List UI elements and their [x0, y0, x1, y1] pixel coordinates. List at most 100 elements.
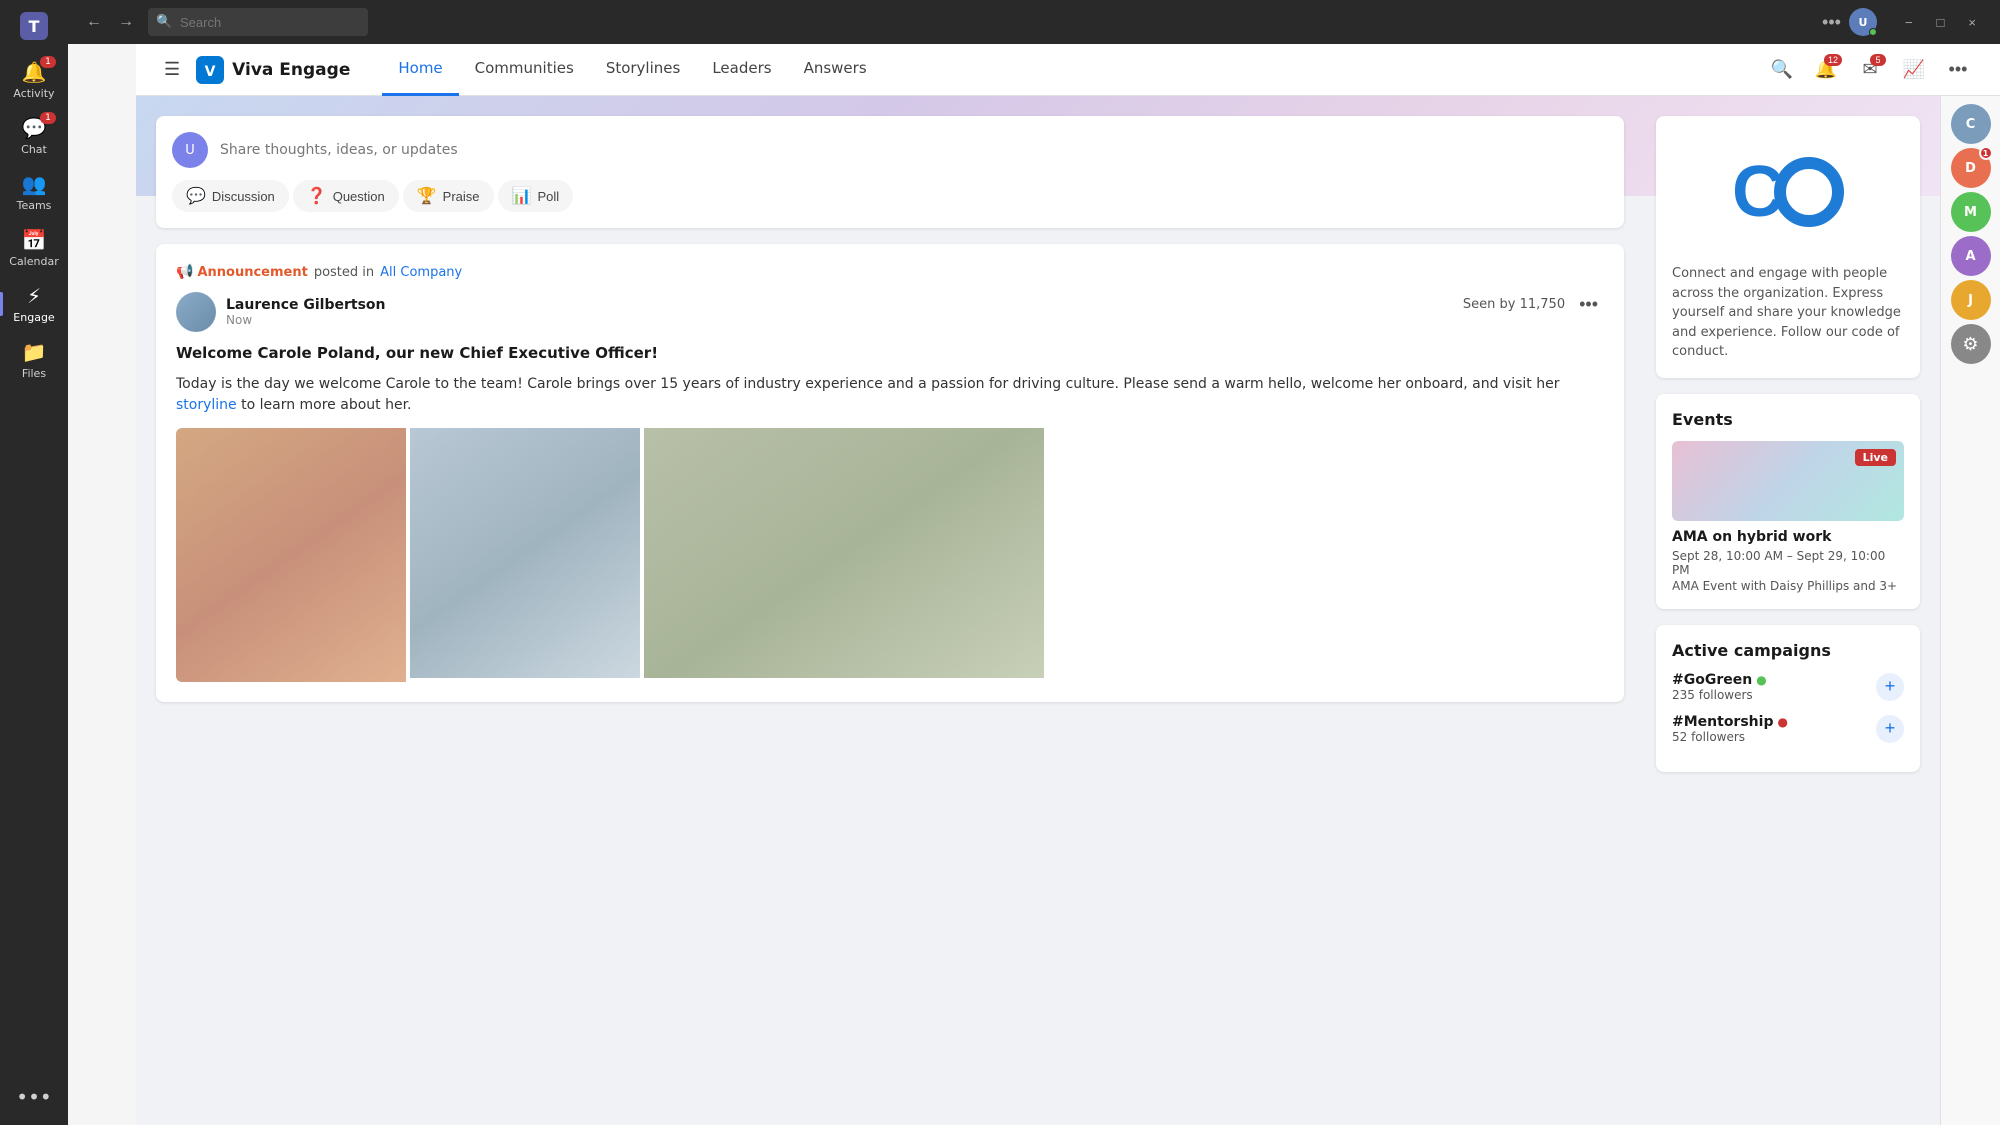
content-area: C D 1 M A J ⚙ U	[136, 96, 2000, 1125]
post-body-text-1: Today is the day we welcome Carole to th…	[176, 376, 1559, 392]
messages-button[interactable]: ✉ 5	[1852, 52, 1888, 88]
minimize-button[interactable]: −	[1893, 6, 1925, 38]
post-images	[176, 428, 1604, 682]
mentorship-followers: 52 followers	[1672, 730, 1788, 744]
event-time: Sept 28, 10:00 AM – Sept 29, 10:00 PM	[1672, 549, 1904, 577]
sidebar-item-teams[interactable]: 👥 Teams	[0, 164, 68, 220]
nav-item-answers[interactable]: Answers	[788, 44, 883, 96]
co-letters: C	[1732, 151, 1844, 233]
messages-badge: 5	[1870, 54, 1886, 66]
back-button[interactable]: ←	[80, 9, 108, 35]
mentorship-follow-button[interactable]: +	[1876, 715, 1904, 743]
author-name[interactable]: Laurence Gilbertson	[226, 297, 386, 313]
close-button[interactable]: ×	[1956, 6, 1988, 38]
nav-item-storylines[interactable]: Storylines	[590, 44, 697, 96]
post-more-button[interactable]: •••	[1573, 292, 1604, 317]
search-container: 🔍	[148, 8, 648, 36]
activity-badge: 1	[40, 56, 56, 68]
sidebar-more-button[interactable]: •••	[0, 1077, 68, 1117]
gogreen-follow-button[interactable]: +	[1876, 673, 1904, 701]
titlebar-more-button[interactable]: •••	[1822, 12, 1841, 33]
event-host: AMA Event with Daisy Phillips and 3+	[1672, 579, 1904, 593]
seen-by-count: Seen by 11,750	[1463, 297, 1565, 312]
praise-icon: 🏆	[417, 186, 437, 206]
teams-logo[interactable]: T	[16, 8, 52, 44]
post-time: Now	[226, 313, 386, 327]
community-link[interactable]: All Company	[380, 265, 462, 280]
search-button[interactable]: 🔍	[1764, 52, 1800, 88]
right-panel-avatar-4[interactable]: A	[1951, 236, 1991, 276]
sidebar-item-engage[interactable]: ⚡ Engage	[0, 276, 68, 332]
engage-header: ☰ V Viva Engage Home Communities Storyli…	[136, 44, 2000, 96]
post-body: Today is the day we welcome Carole to th…	[176, 374, 1604, 416]
post-image-1	[176, 428, 406, 682]
scrollable-content: U Share thoughts, ideas, or updates 💬 Di…	[136, 96, 1940, 1125]
co-o-shape	[1774, 157, 1844, 227]
nav-item-leaders[interactable]: Leaders	[696, 44, 787, 96]
post-image-3	[644, 428, 1044, 678]
gogreen-name-text: #GoGreen	[1672, 672, 1752, 688]
praise-label: Praise	[443, 189, 480, 204]
poll-icon: 📊	[512, 186, 532, 206]
teams-sidebar: T 1 🔔 Activity 1 💬 Chat 👥 Teams 📅 Calend…	[0, 0, 68, 1125]
discussion-icon: 💬	[186, 186, 206, 206]
co-logo: C	[1672, 132, 1904, 252]
campaign-gogreen-name[interactable]: #GoGreen ●	[1672, 672, 1767, 688]
praise-button[interactable]: 🏆 Praise	[403, 180, 494, 212]
author-avatar	[176, 292, 216, 332]
sidebar-item-chat[interactable]: 1 💬 Chat	[0, 108, 68, 164]
event-item: Live AMA on hybrid work Sept 28, 10:00 A…	[1672, 441, 1904, 593]
files-label: Files	[22, 367, 46, 380]
right-panel: C D 1 M A J ⚙	[1940, 96, 2000, 1125]
campaign-mentorship-name[interactable]: #Mentorship ●	[1672, 714, 1788, 730]
hamburger-button[interactable]: ☰	[160, 55, 184, 84]
calendar-label: Calendar	[9, 255, 58, 268]
sidebar-item-activity[interactable]: 1 🔔 Activity	[0, 52, 68, 108]
composer-actions: 💬 Discussion ❓ Question 🏆 Praise	[172, 180, 1608, 212]
right-panel-avatar-3[interactable]: M	[1951, 192, 1991, 232]
files-icon: 📁	[22, 340, 47, 364]
right-panel-settings[interactable]: ⚙	[1951, 324, 1991, 364]
composer-avatar: U	[172, 132, 208, 168]
feed-column: U Share thoughts, ideas, or updates 💬 Di…	[156, 116, 1624, 788]
poll-button[interactable]: 📊 Poll	[498, 180, 574, 212]
nav-item-home[interactable]: Home	[382, 44, 458, 96]
sidebar-item-files[interactable]: 📁 Files	[0, 332, 68, 388]
author-info: Laurence Gilbertson Now	[226, 297, 386, 327]
storyline-link[interactable]: storyline	[176, 397, 237, 413]
right-panel-avatar-1[interactable]: C	[1951, 104, 1991, 144]
gogreen-followers: 235 followers	[1672, 688, 1767, 702]
question-icon: ❓	[307, 186, 327, 206]
user-avatar[interactable]: U	[1849, 8, 1877, 36]
navigation-arrows: ← →	[80, 9, 140, 35]
notifications-badge: 12	[1824, 54, 1842, 66]
content-body: U Share thoughts, ideas, or updates 💬 Di…	[136, 96, 1940, 808]
search-input[interactable]	[148, 8, 368, 36]
sidebar-item-calendar[interactable]: 📅 Calendar	[0, 220, 68, 276]
composer-input-row: U Share thoughts, ideas, or updates	[172, 132, 1608, 168]
engage-icon: ⚡	[27, 284, 41, 308]
composer-placeholder[interactable]: Share thoughts, ideas, or updates	[220, 142, 1608, 158]
right-panel-avatar-2[interactable]: D 1	[1951, 148, 1991, 188]
campaign-mentorship: #Mentorship ● 52 followers +	[1672, 714, 1904, 744]
svg-text:T: T	[29, 17, 40, 36]
discussion-button[interactable]: 💬 Discussion	[172, 180, 289, 212]
analytics-button[interactable]: 📈	[1896, 52, 1932, 88]
maximize-button[interactable]: □	[1925, 6, 1957, 38]
event-name[interactable]: AMA on hybrid work	[1672, 529, 1904, 545]
question-label: Question	[333, 189, 385, 204]
campaigns-card: Active campaigns #GoGreen ● 235 follower…	[1656, 625, 1920, 772]
right-panel-avatar-5[interactable]: J	[1951, 280, 1991, 320]
question-button[interactable]: ❓ Question	[293, 180, 399, 212]
post-meta: Seen by 11,750 •••	[1463, 292, 1604, 317]
campaign-gogreen-info: #GoGreen ● 235 followers	[1672, 672, 1767, 702]
nav-item-communities[interactable]: Communities	[459, 44, 590, 96]
post-image-2	[410, 428, 640, 678]
discussion-label: Discussion	[212, 189, 275, 204]
header-more-button[interactable]: •••	[1940, 52, 1976, 88]
post-body-text-2: to learn more about her.	[237, 397, 412, 413]
notifications-button[interactable]: 🔔 12	[1808, 52, 1844, 88]
mentorship-status-dot: ●	[1777, 715, 1787, 729]
forward-button[interactable]: →	[112, 9, 140, 35]
announcement-post-card: 📢 Announcement posted in All Company	[156, 244, 1624, 702]
